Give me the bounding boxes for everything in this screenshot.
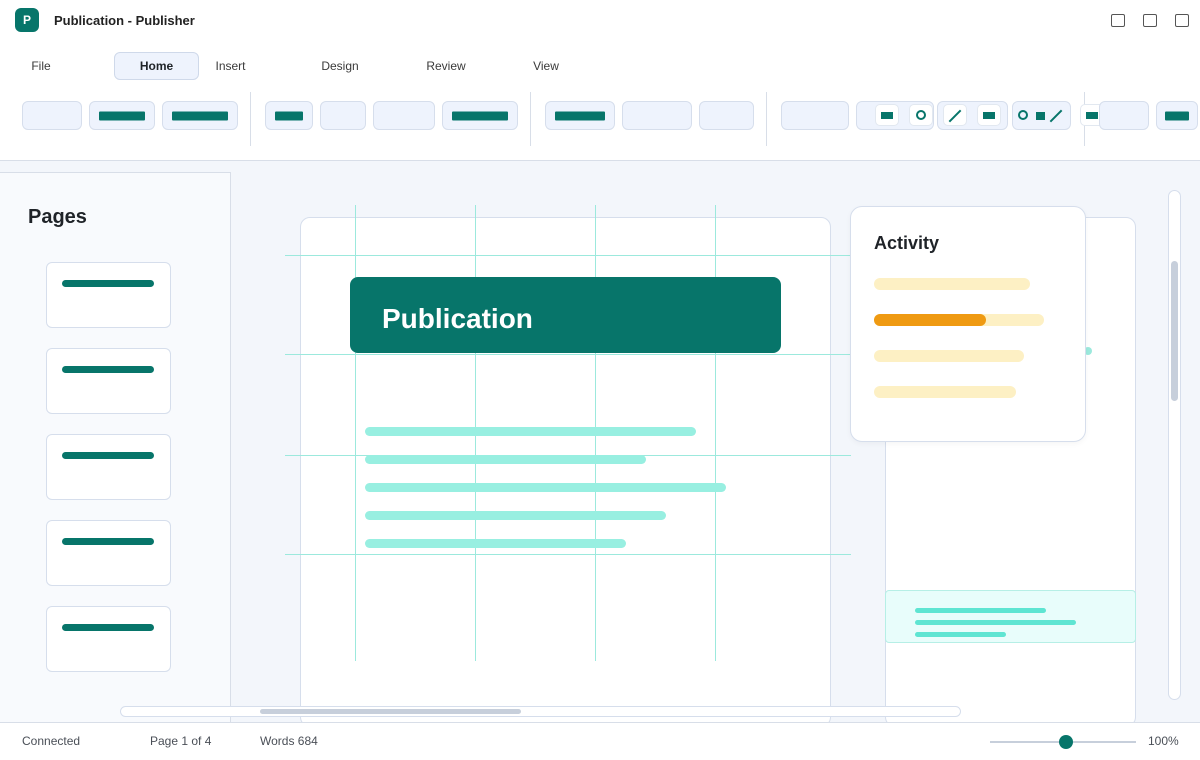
circle-icon	[916, 110, 926, 120]
page-thumbnail[interactable]	[46, 434, 171, 500]
zoom-level: 100%	[1148, 734, 1179, 748]
ribbon-separator	[250, 92, 251, 146]
text-line[interactable]	[365, 483, 726, 492]
word-count: Words 684	[260, 734, 318, 748]
ribbon-button-10[interactable]	[699, 101, 754, 130]
circle-tool[interactable]	[909, 104, 933, 126]
activity-progress-bar	[874, 386, 1016, 398]
banner-title[interactable]: Publication	[382, 303, 533, 335]
close-icon[interactable]	[1175, 14, 1189, 27]
ribbon-button-13[interactable]	[1156, 101, 1198, 130]
vertical-scrollbar[interactable]	[1168, 190, 1181, 700]
rectangle-icon	[983, 112, 995, 119]
ribbon-button-4[interactable]	[265, 101, 313, 130]
ribbon-button-1[interactable]	[22, 101, 82, 130]
pages-panel-title: Pages	[28, 206, 87, 228]
vertical-scroll-thumb[interactable]	[1171, 261, 1178, 401]
line-icon	[948, 109, 962, 123]
ribbon-button-7[interactable]	[442, 101, 518, 130]
tab-design[interactable]: Design	[314, 52, 366, 80]
rectangle-icon[interactable]	[1036, 112, 1045, 120]
rectangle-icon	[881, 112, 893, 119]
activity-progress-bar	[874, 314, 1044, 326]
app-icon: P	[15, 8, 39, 32]
ribbon-separator	[530, 92, 531, 146]
activity-progress-bar	[874, 350, 1024, 362]
tab-insert[interactable]: Insert	[208, 52, 253, 80]
ribbon-button-8[interactable]	[545, 101, 615, 130]
page-thumbnail[interactable]	[46, 348, 171, 414]
layout-guide	[355, 205, 356, 661]
rectangle-tool[interactable]	[875, 104, 899, 126]
ribbon-button-3[interactable]	[162, 101, 238, 130]
layout-guide	[285, 255, 851, 256]
ribbon-button-5[interactable]	[320, 101, 366, 130]
ribbon-button-6[interactable]	[373, 101, 435, 130]
rectangle-tool[interactable]	[977, 104, 1001, 126]
layout-guide	[285, 354, 851, 355]
ribbon-button-12[interactable]	[1099, 101, 1149, 130]
page-indicator: Page 1 of 4	[150, 734, 212, 748]
minimize-icon[interactable]	[1111, 14, 1125, 27]
text-line[interactable]	[365, 427, 696, 436]
ribbon-button-11[interactable]	[781, 101, 849, 130]
horizontal-scroll-thumb[interactable]	[260, 709, 521, 714]
horizontal-scrollbar[interactable]	[120, 706, 961, 717]
tab-review[interactable]: Review	[420, 52, 472, 80]
window-title: Publication - Publisher	[54, 13, 195, 28]
page-thumbnail[interactable]	[46, 520, 171, 586]
maximize-icon[interactable]	[1143, 14, 1157, 27]
activity-title: Activity	[874, 233, 940, 253]
circle-icon[interactable]	[1018, 110, 1028, 120]
text-line	[915, 620, 1076, 625]
progress-fill	[874, 314, 987, 326]
tab-view[interactable]: View	[528, 52, 564, 80]
layout-guide	[715, 205, 716, 661]
ribbon-separator	[766, 92, 767, 146]
activity-progress-bar	[874, 278, 1030, 290]
title-bar: P Publication - Publisher	[0, 0, 1200, 42]
text-line[interactable]	[365, 455, 646, 464]
text-line	[915, 632, 1006, 637]
page-thumbnail[interactable]	[46, 606, 171, 672]
tab-file[interactable]: File	[22, 52, 60, 80]
ribbon-button-9[interactable]	[622, 101, 692, 130]
connection-status: Connected	[22, 734, 81, 748]
text-line[interactable]	[365, 511, 666, 520]
zoom-slider-handle[interactable]	[1059, 735, 1073, 749]
layout-guide	[285, 554, 851, 555]
line-tool[interactable]	[943, 104, 967, 126]
text-line	[915, 608, 1046, 613]
rectangle-icon	[1086, 112, 1098, 119]
text-line[interactable]	[365, 539, 626, 548]
tab-home[interactable]: Home	[114, 52, 199, 80]
page-thumbnail[interactable]	[46, 262, 171, 328]
ribbon-button-2[interactable]	[89, 101, 155, 130]
